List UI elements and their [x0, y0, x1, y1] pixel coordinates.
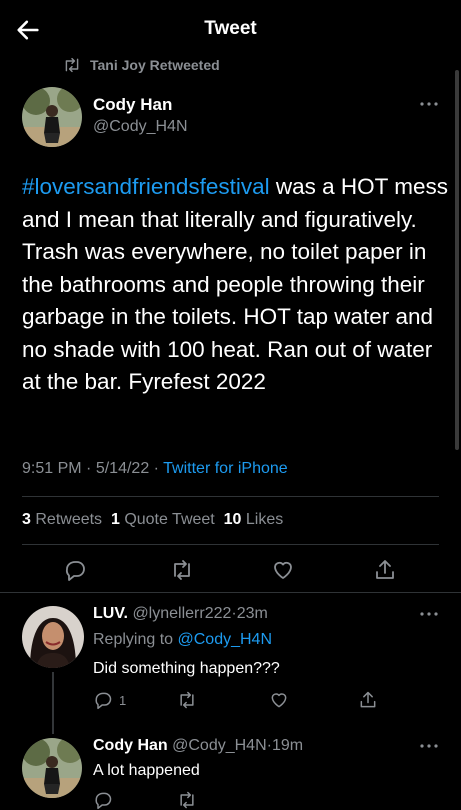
tweet-text: #loversandfriendsfestival was a HOT mess… — [22, 171, 452, 399]
divider — [22, 544, 439, 545]
replying-to-label: Replying to — [93, 631, 174, 648]
more-icon[interactable] — [419, 100, 439, 108]
replying-to: Replying to @Cody_H4N — [93, 631, 272, 649]
author-handle[interactable]: @Cody_H4N — [93, 118, 188, 136]
reply-author-name[interactable]: Cody Han — [93, 737, 168, 754]
reply-author-handle[interactable]: @lynellerr222 — [132, 605, 231, 622]
top-bar: Tweet — [0, 0, 461, 58]
reply-time[interactable]: 19m — [272, 737, 303, 754]
share-icon[interactable] — [358, 690, 378, 710]
reply-author-handle[interactable]: @Cody_H4N — [172, 737, 267, 754]
reply-avatar[interactable] — [22, 606, 84, 668]
reply-avatar[interactable] — [22, 738, 82, 798]
likes-stat[interactable]: 10 Likes — [224, 511, 284, 528]
tweet-date: 5/14/22 — [95, 460, 150, 477]
meta-separator: · — [153, 460, 159, 477]
tweet-stats: 3 Retweets 1 Quote Tweet 10 Likes — [22, 511, 283, 529]
reply-header: LUV. @lynellerr222·23m — [93, 605, 268, 623]
divider — [0, 592, 461, 593]
more-icon[interactable] — [419, 610, 439, 618]
scrollbar[interactable] — [455, 70, 459, 450]
reply-text: Did something happen??? — [93, 660, 280, 677]
retweet-banner-text: Tani Joy Retweeted — [90, 57, 220, 73]
meta-separator: · — [86, 460, 92, 477]
tweet-meta: 9:51 PM · 5/14/22 · Twitter for iPhone — [22, 460, 288, 478]
replying-to-handle-link[interactable]: @Cody_H4N — [178, 631, 273, 648]
reply-count: 1 — [119, 693, 127, 708]
share-icon[interactable] — [373, 558, 397, 582]
divider — [22, 496, 439, 497]
retweet-icon[interactable] — [177, 790, 197, 810]
retweet-icon — [65, 57, 79, 73]
reply-time[interactable]: 23m — [237, 605, 268, 622]
reply-icon[interactable] — [93, 790, 113, 810]
reply-header: Cody Han @Cody_H4N·19m — [93, 737, 303, 755]
like-icon[interactable] — [271, 558, 295, 582]
reply-icon[interactable] — [63, 558, 87, 582]
author-name[interactable]: Cody Han — [93, 95, 172, 115]
hashtag-link[interactable]: #loversandfriendsfestival — [22, 174, 270, 199]
quotes-stat[interactable]: 1 Quote Tweet — [111, 511, 215, 528]
like-icon[interactable] — [269, 690, 289, 710]
tweet-source-link[interactable]: Twitter for iPhone — [163, 460, 288, 477]
reply-text: A lot happened — [93, 762, 200, 779]
retweet-icon[interactable] — [177, 690, 197, 710]
reply-icon[interactable] — [93, 690, 113, 710]
tweet-text-body: was a HOT mess and I mean that literally… — [22, 174, 449, 394]
retweet-banner[interactable]: Tani Joy Retweeted — [62, 55, 220, 75]
reply-author-name[interactable]: LUV. — [93, 605, 128, 622]
tweet-time: 9:51 PM — [22, 460, 82, 477]
retweet-icon[interactable] — [170, 558, 194, 582]
page-title: Tweet — [204, 18, 257, 39]
more-icon[interactable] — [419, 742, 439, 750]
retweets-stat[interactable]: 3 Retweets — [22, 511, 102, 528]
avatar[interactable] — [22, 87, 82, 147]
thread-line — [52, 672, 54, 734]
